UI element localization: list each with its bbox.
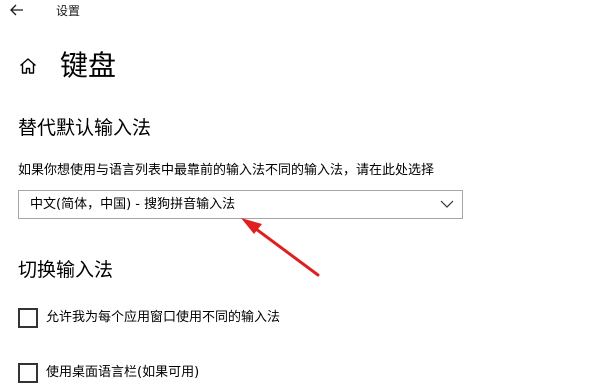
window-title: 设置 <box>56 4 81 18</box>
settings-window: 设置 键盘 替代默认输入法 如果你想使用与语言列表中最靠前的输入法不同的输入法，… <box>0 0 600 391</box>
home-icon[interactable] <box>18 56 38 76</box>
per-app-input-label: 允许我为每个应用窗口使用不同的输入法 <box>46 310 281 325</box>
per-app-input-checkbox[interactable] <box>18 308 38 328</box>
desktop-language-bar-label: 使用桌面语言栏(如果可用) <box>46 365 200 380</box>
page-title: 键盘 <box>60 49 117 82</box>
default-input-description: 如果你想使用与语言列表中最靠前的输入法不同的输入法，请在此处选择 <box>18 163 435 178</box>
default-input-heading: 替代默认输入法 <box>18 117 152 139</box>
title-bar: 设置 <box>0 0 600 24</box>
input-method-dropdown[interactable]: 中文(简体，中国) - 搜狗拼音输入法 <box>18 190 463 219</box>
desktop-language-bar-checkbox[interactable] <box>18 363 38 383</box>
back-button[interactable] <box>6 1 28 21</box>
back-arrow-icon <box>10 4 23 16</box>
switch-input-heading: 切换输入法 <box>18 259 114 281</box>
dropdown-selected-value: 中文(简体，中国) - 搜狗拼音输入法 <box>30 197 236 212</box>
chevron-down-icon <box>440 200 454 208</box>
